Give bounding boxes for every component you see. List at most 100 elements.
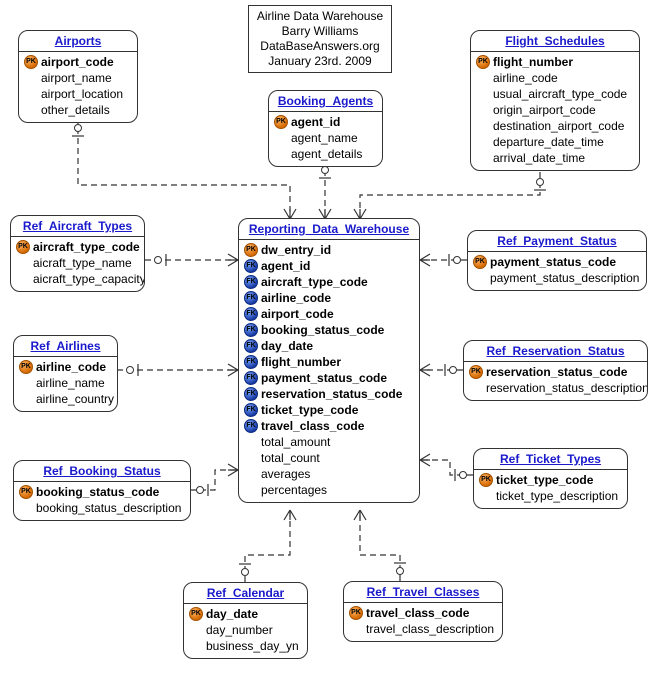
- attribute-name: flight_number: [259, 354, 341, 370]
- entity-ref-payment-status: Ref_Payment_Status PKpayment_status_code…: [467, 230, 647, 291]
- attribute-row: booking_status_description: [14, 500, 190, 516]
- attribute-name: airline_code: [491, 70, 558, 86]
- fk-icon: FK: [243, 403, 259, 417]
- entity-title: Ref_Travel_Classes: [344, 582, 502, 603]
- attribute-name: airline_code: [34, 359, 106, 375]
- attribute-name: airport_code: [259, 306, 334, 322]
- entity-booking-agents: Booking_Agents PKagent_idagent_nameagent…: [268, 90, 383, 167]
- attribute-name: agent_details: [289, 146, 362, 162]
- attribute-name: airline_code: [259, 290, 331, 306]
- attribute-name: payment_status_code: [259, 370, 387, 386]
- attribute-name: departure_date_time: [491, 134, 604, 150]
- fk-icon: FK: [243, 419, 259, 433]
- attribute-name: payment_status_description: [488, 270, 639, 286]
- entity-ref-ticket-types: Ref_Ticket_Types PKticket_type_codeticke…: [473, 448, 628, 509]
- attribute-name: percentages: [259, 482, 327, 498]
- pk-icon: PK: [472, 255, 488, 269]
- info-line: Airline Data Warehouse: [255, 9, 385, 24]
- attribute-name: dw_entry_id: [259, 242, 331, 258]
- fk-icon: FK: [243, 387, 259, 401]
- attribute-name: booking_status_code: [34, 484, 159, 500]
- attribute-name: usual_aircraft_type_code: [491, 86, 627, 102]
- attribute-name: other_details: [39, 102, 110, 118]
- pk-icon: PK: [188, 607, 204, 621]
- entity-ref-calendar: Ref_Calendar PKday_dateday_numberbusines…: [183, 582, 308, 659]
- attribute-name: airline_country: [34, 391, 114, 407]
- info-line: DataBaseAnswers.org: [255, 39, 385, 54]
- entity-body: PKflight_numberairline_codeusual_aircraf…: [471, 52, 639, 170]
- attribute-name: airline_name: [34, 375, 105, 391]
- attribute-row: FKreservation_status_code: [239, 386, 419, 402]
- attribute-name: airport_name: [39, 70, 112, 86]
- attribute-row: PKbooking_status_code: [14, 484, 190, 500]
- attribute-row: FKticket_type_code: [239, 402, 419, 418]
- diagram-info-box: Airline Data Warehouse Barry Williams Da…: [248, 5, 392, 73]
- attribute-row: usual_aircraft_type_code: [471, 86, 639, 102]
- entity-title: Ref_Payment_Status: [468, 231, 646, 252]
- entity-title: Ref_Ticket_Types: [474, 449, 627, 470]
- entity-body: PKairport_codeairport_nameairport_locati…: [19, 52, 137, 122]
- attribute-row: origin_airport_code: [471, 102, 639, 118]
- attribute-name: ticket_type_code: [259, 402, 358, 418]
- attribute-name: averages: [259, 466, 310, 482]
- attribute-row: PKtravel_class_code: [344, 605, 502, 621]
- attribute-row: ticket_type_description: [474, 488, 627, 504]
- attribute-row: PKday_date: [184, 606, 307, 622]
- attribute-name: aicraft_type_capacity: [31, 271, 145, 287]
- attribute-row: FKflight_number: [239, 354, 419, 370]
- attribute-row: airline_country: [14, 391, 117, 407]
- attribute-name: total_amount: [259, 434, 330, 450]
- attribute-name: arrival_date_time: [491, 150, 585, 166]
- entity-title: Ref_Booking_Status: [14, 461, 190, 482]
- attribute-name: flight_number: [491, 54, 573, 70]
- attribute-row: total_amount: [239, 434, 419, 450]
- entity-ref-reservation-status: Ref_Reservation_Status PKreservation_sta…: [463, 340, 648, 401]
- attribute-row: total_count: [239, 450, 419, 466]
- entity-title: Ref_Aircraft_Types: [11, 216, 144, 237]
- attribute-row: airline_name: [14, 375, 117, 391]
- entity-ref-travel-classes: Ref_Travel_Classes PKtravel_class_codetr…: [343, 581, 503, 642]
- fk-icon: FK: [243, 371, 259, 385]
- attribute-name: day_number: [204, 622, 273, 638]
- entity-title: Flight_Schedules: [471, 31, 639, 52]
- attribute-row: FKbooking_status_code: [239, 322, 419, 338]
- attribute-row: airline_code: [471, 70, 639, 86]
- attribute-row: FKday_date: [239, 338, 419, 354]
- attribute-row: destination_airport_code: [471, 118, 639, 134]
- attribute-name: total_count: [259, 450, 320, 466]
- fk-icon: FK: [243, 355, 259, 369]
- entity-title: Airports: [19, 31, 137, 52]
- attribute-row: PKdw_entry_id: [239, 242, 419, 258]
- entity-ref-airlines: Ref_Airlines PKairline_codeairline_namea…: [13, 335, 118, 412]
- entity-ref-aircraft-types: Ref_Aircraft_Types PKaircraft_type_codea…: [10, 215, 145, 292]
- attribute-row: airport_name: [19, 70, 137, 86]
- attribute-row: PKticket_type_code: [474, 472, 627, 488]
- attribute-row: averages: [239, 466, 419, 482]
- attribute-name: destination_airport_code: [491, 118, 624, 134]
- attribute-row: PKairline_code: [14, 359, 117, 375]
- pk-icon: PK: [18, 485, 34, 499]
- entity-airports: Airports PKairport_codeairport_nameairpo…: [18, 30, 138, 123]
- pk-icon: PK: [273, 115, 289, 129]
- attribute-name: aicraft_type_name: [31, 255, 132, 271]
- attribute-name: airport_location: [39, 86, 123, 102]
- attribute-row: travel_class_description: [344, 621, 502, 637]
- attribute-row: PKreservation_status_code: [464, 364, 647, 380]
- info-line: January 23rd. 2009: [255, 54, 385, 69]
- attribute-name: payment_status_code: [488, 254, 616, 270]
- attribute-name: agent_name: [289, 130, 358, 146]
- attribute-name: booking_status_code: [259, 322, 384, 338]
- attribute-row: departure_date_time: [471, 134, 639, 150]
- attribute-name: booking_status_description: [34, 500, 181, 516]
- attribute-row: percentages: [239, 482, 419, 498]
- entity-body: PKagent_idagent_nameagent_details: [269, 112, 382, 166]
- entity-title: Ref_Calendar: [184, 583, 307, 604]
- entity-body: PKdw_entry_idFKagent_idFKaircraft_type_c…: [239, 240, 419, 502]
- attribute-row: reservation_status_description: [464, 380, 647, 396]
- attribute-name: travel_class_code: [259, 418, 364, 434]
- attribute-name: aircraft_type_code: [31, 239, 140, 255]
- pk-icon: PK: [468, 365, 484, 379]
- attribute-row: business_day_yn: [184, 638, 307, 654]
- attribute-name: agent_id: [259, 258, 310, 274]
- entity-body: PKpayment_status_codepayment_status_desc…: [468, 252, 646, 290]
